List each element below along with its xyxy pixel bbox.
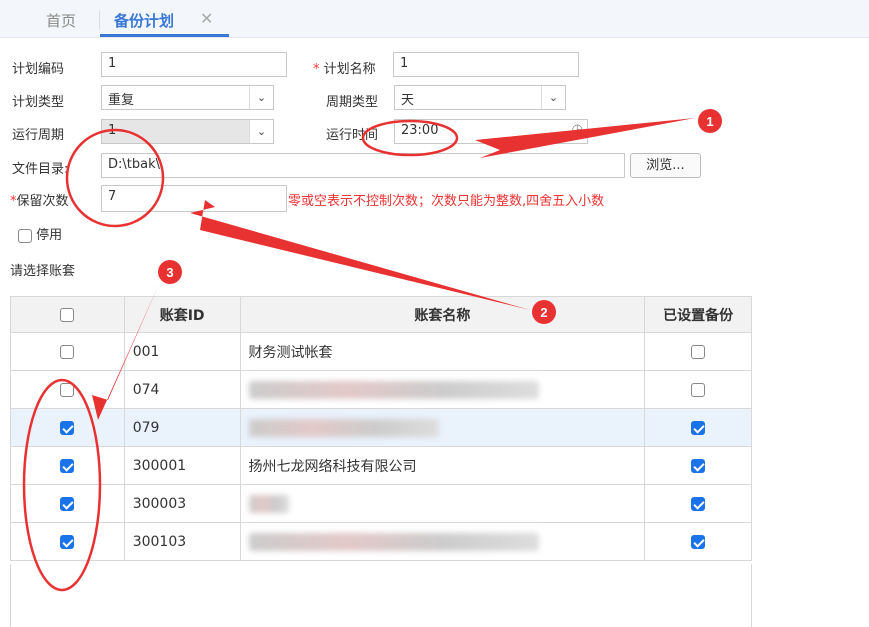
- table-row[interactable]: 001 财务测试帐套: [10, 332, 752, 371]
- select-all-checkbox[interactable]: [60, 307, 75, 322]
- plan-code-label: 计划编码: [12, 62, 65, 77]
- run-cycle-select[interactable]: 1 ⌄: [101, 119, 274, 144]
- keep-count-input[interactable]: 7: [101, 185, 287, 212]
- backup-set-cell: [644, 370, 752, 409]
- account-id: 300103: [123, 522, 241, 561]
- account-name-cell: [239, 370, 646, 409]
- account-name-cell: [239, 522, 646, 561]
- header-backup-set: 已设置备份: [644, 296, 752, 333]
- redacted-account-name: [248, 418, 439, 437]
- row-checkbox[interactable]: [60, 534, 75, 549]
- disable-checkbox[interactable]: [18, 228, 32, 243]
- annotation-arrow-2: [190, 200, 530, 310]
- row-select-cell[interactable]: [10, 522, 125, 561]
- chevron-down-icon[interactable]: ⌄: [541, 86, 565, 109]
- table-row[interactable]: 300103: [10, 522, 752, 561]
- redacted-account-name: [248, 494, 289, 513]
- backup-set-cell: [644, 408, 752, 447]
- run-cycle-value: 1: [108, 123, 117, 138]
- account-name-cell: 扬州七龙网络科技有限公司: [239, 446, 646, 485]
- run-cycle-label: 运行周期: [12, 128, 65, 143]
- backup-set-checkbox[interactable]: [691, 534, 706, 549]
- run-time-label: 运行时间: [326, 128, 379, 143]
- row-select-cell[interactable]: [10, 370, 125, 409]
- keep-count-label: 保留次数: [16, 194, 69, 209]
- disable-label: 停用: [36, 228, 63, 243]
- table-row[interactable]: 079: [10, 408, 752, 447]
- tab-divider: [99, 10, 100, 30]
- row-select-cell[interactable]: [10, 446, 125, 485]
- account-id: 300001: [123, 446, 241, 485]
- annotation-badge-1: [698, 109, 722, 133]
- row-select-cell[interactable]: [10, 332, 125, 371]
- account-id: 079: [123, 408, 241, 447]
- row-checkbox[interactable]: [60, 496, 75, 511]
- cycle-type-select[interactable]: 天 ⌄: [394, 85, 566, 110]
- backup-set-cell: [644, 446, 752, 485]
- backup-set-cell: [644, 522, 752, 561]
- account-name: 扬州七龙网络科技有限公司: [248, 458, 417, 475]
- account-id: 074: [123, 370, 241, 409]
- backup-set-checkbox[interactable]: [691, 344, 706, 359]
- chevron-down-icon[interactable]: ⌄: [249, 120, 273, 143]
- run-time-value: 23:00: [401, 123, 439, 138]
- account-table: 账套ID 账套名称 已设置备份 001 财务测试帐套 074 079 30000…: [10, 296, 752, 561]
- keep-count-hint: 零或空表示不控制次数；次数只能为整数,四舍五入小数: [288, 194, 605, 209]
- tab-bar: 首页 备份计划 ✕: [0, 0, 869, 38]
- backup-set-cell: [644, 332, 752, 371]
- plan-code-input[interactable]: 1: [101, 52, 287, 77]
- account-id: 001: [123, 332, 241, 371]
- table-row[interactable]: 300001 扬州七龙网络科技有限公司: [10, 446, 752, 485]
- backup-set-checkbox[interactable]: [691, 496, 706, 511]
- plan-name-label: 计划名称: [323, 62, 376, 77]
- run-time-input[interactable]: 23:00 ◷: [394, 119, 588, 144]
- account-name: 财务测试帐套: [248, 344, 333, 361]
- row-select-cell[interactable]: [10, 484, 125, 523]
- backup-set-checkbox[interactable]: [691, 382, 706, 397]
- account-name-cell: [239, 484, 646, 523]
- backup-set-cell: [644, 484, 752, 523]
- backup-set-checkbox[interactable]: [691, 420, 706, 435]
- plan-type-label: 计划类型: [12, 95, 65, 110]
- row-checkbox[interactable]: [60, 344, 75, 359]
- redacted-account-name: [248, 380, 539, 399]
- annotation-label-1: 1: [706, 114, 713, 129]
- annotation-label-3: 3: [166, 265, 173, 280]
- plan-type-select[interactable]: 重复 ⌄: [101, 85, 274, 110]
- account-name-cell: 财务测试帐套: [239, 332, 646, 371]
- cycle-type-value: 天: [401, 93, 415, 108]
- header-account-id: 账套ID: [123, 296, 241, 333]
- plan-type-value: 重复: [108, 93, 135, 108]
- select-all-header: [10, 296, 125, 333]
- table-row[interactable]: 300003: [10, 484, 752, 523]
- close-icon[interactable]: ✕: [200, 9, 213, 28]
- row-checkbox[interactable]: [60, 458, 75, 473]
- cycle-type-label: 周期类型: [326, 95, 379, 110]
- browse-button[interactable]: 浏览...: [630, 153, 701, 178]
- active-tab-indicator: [100, 34, 229, 37]
- table-row[interactable]: 074: [10, 370, 752, 409]
- redacted-account-name: [248, 532, 539, 551]
- annotation-badge-3: [158, 260, 182, 284]
- row-select-cell[interactable]: [10, 408, 125, 447]
- account-name-cell: [239, 408, 646, 447]
- header-account-name: 账套名称: [239, 296, 646, 333]
- plan-name-input[interactable]: 1: [393, 52, 579, 77]
- tab-home[interactable]: 首页: [46, 10, 76, 31]
- dir-input[interactable]: D:\tbak\: [101, 153, 625, 178]
- table-empty-area: [10, 564, 752, 627]
- required-mark: *: [313, 62, 320, 77]
- chevron-down-icon[interactable]: ⌄: [249, 86, 273, 109]
- row-checkbox[interactable]: [60, 382, 75, 397]
- row-checkbox[interactable]: [60, 420, 75, 435]
- backup-set-checkbox[interactable]: [691, 458, 706, 473]
- select-account-label: 请选择账套: [10, 264, 76, 279]
- clock-icon[interactable]: ◷: [572, 122, 583, 137]
- account-id: 300003: [123, 484, 241, 523]
- dir-label: 文件目录:: [12, 162, 69, 177]
- tab-backup-plan[interactable]: 备份计划: [114, 10, 174, 31]
